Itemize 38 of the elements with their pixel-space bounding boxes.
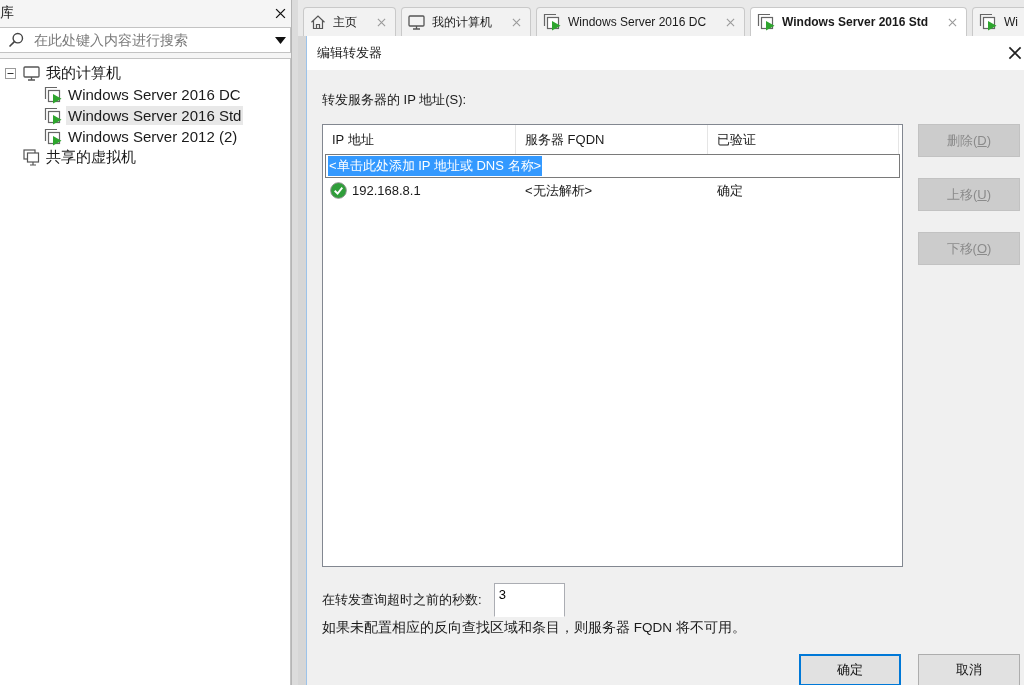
monitor-icon <box>23 66 40 81</box>
splitter[interactable] <box>291 0 298 685</box>
search-field[interactable]: 在此处键入内容进行搜索 <box>0 27 291 53</box>
tree-item[interactable]: Windows Server 2016 Std <box>66 106 244 125</box>
tree-item[interactable]: 我的计算机 <box>44 63 123 84</box>
tree-item[interactable]: Windows Server 2016 DC <box>66 85 243 104</box>
tab[interactable]: 主页 <box>303 7 396 36</box>
table-cell-text: <无法解析> <box>524 181 594 200</box>
home-icon <box>310 14 326 30</box>
table-cell-text: 确定 <box>716 181 744 200</box>
tab[interactable]: Windows Server 2016 Std <box>750 7 967 36</box>
shared-vm-icon <box>23 149 40 166</box>
ok-button[interactable]: 确定 <box>799 654 901 685</box>
timeout-label: 在转发查询超时之前的秒数: <box>322 591 482 609</box>
cancel-button[interactable]: 取消 <box>918 654 1020 685</box>
vm-icon <box>979 13 997 31</box>
tree-item[interactable]: 共享的虚拟机 <box>44 147 138 168</box>
panel-title: 库 <box>0 4 14 22</box>
collapse-icon[interactable] <box>5 68 16 79</box>
search-icon <box>8 32 24 48</box>
vm-icon <box>44 85 62 104</box>
dialog-title: 编辑转发器 <box>317 44 382 62</box>
dropdown-icon[interactable] <box>275 37 286 44</box>
tab[interactable]: Wi <box>972 7 1024 36</box>
table-cell: 192.168.8.1 <box>352 183 421 198</box>
vm-icon <box>44 106 62 125</box>
close-icon[interactable] <box>1008 46 1022 60</box>
timeout-field[interactable]: 3 <box>493 583 565 617</box>
tree-item[interactable]: Windows Server 2012 (2) <box>66 127 240 146</box>
vm-icon <box>757 13 776 31</box>
close-icon[interactable] <box>275 7 286 19</box>
note-text: 如果未配置相应的反向查找区域和条目，则服务器 FQDN 将不可用。 <box>322 619 747 637</box>
tab[interactable]: 我的计算机 <box>401 7 531 36</box>
vm-icon <box>543 13 561 31</box>
tab[interactable]: Windows Server 2016 DC <box>536 7 746 36</box>
vm-icon <box>44 127 62 146</box>
list-label: 转发服务器的 IP 地址(S): <box>322 92 468 108</box>
monitor-icon <box>408 14 425 30</box>
